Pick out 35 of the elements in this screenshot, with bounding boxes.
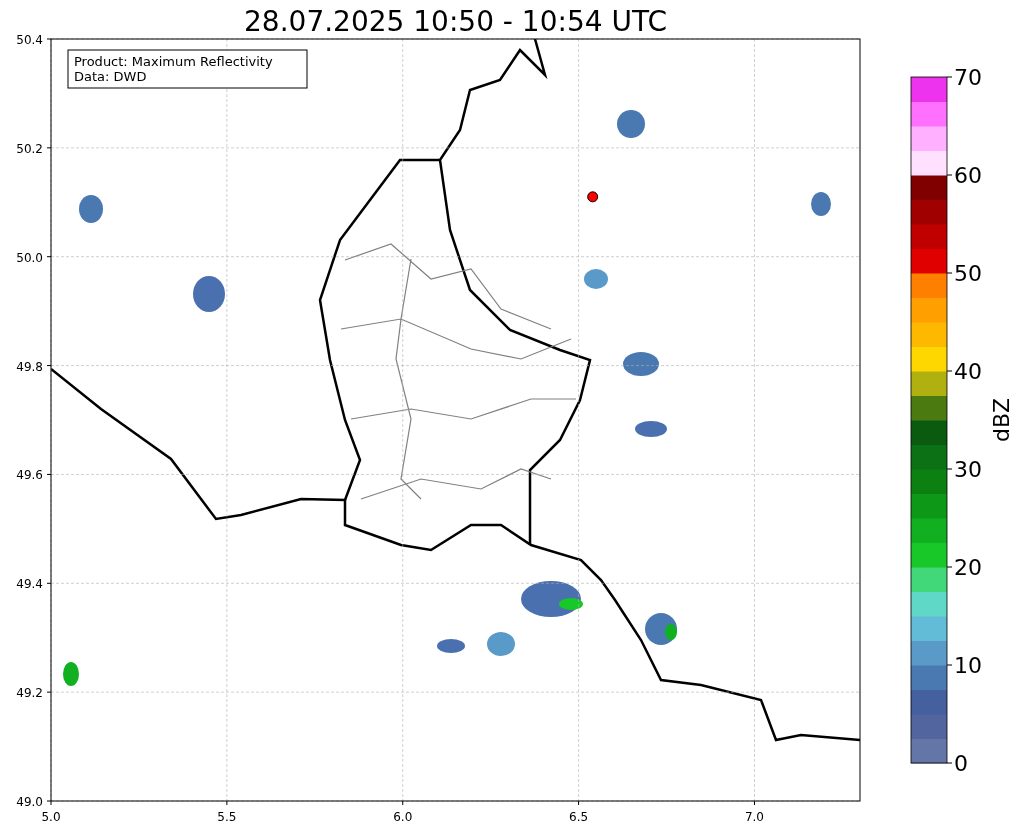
radar-echo xyxy=(437,639,465,653)
y-tick-label: 50.4 xyxy=(16,33,43,47)
x-tick-label: 7.0 xyxy=(744,810,765,824)
colorbar-tick-label: 0 xyxy=(954,751,968,776)
info-text: Product: Maximum Reflectivity xyxy=(74,54,273,69)
y-tick-label: 49.8 xyxy=(16,359,43,374)
colorbar-tick-label: 50 xyxy=(954,261,982,286)
info-text: Data: DWD xyxy=(74,69,147,84)
y-tick-label: 49.6 xyxy=(16,468,43,483)
colorbar-tick-label: 70 xyxy=(954,65,982,90)
colorbar-tick-label: 30 xyxy=(954,457,982,482)
radar-echo xyxy=(635,421,667,437)
radar-echo xyxy=(193,276,225,312)
colorbar-tick-label: 60 xyxy=(954,163,982,188)
radar-echo xyxy=(617,110,645,138)
x-tick-label: 6.0 xyxy=(393,810,413,824)
y-tick-label: 49.0 xyxy=(16,795,43,809)
y-tick-label: 50.0 xyxy=(16,250,43,265)
radar-echo xyxy=(811,192,831,216)
radar-echo xyxy=(584,269,608,289)
x-tick-label: 5.0 xyxy=(41,810,61,824)
radar-echo xyxy=(487,632,515,656)
chart-title: 28.07.2025 10:50 - 10:54 UTC xyxy=(244,5,667,38)
colorbar-tick-label: 40 xyxy=(954,359,982,384)
colorbar-tick-label: 20 xyxy=(954,555,982,580)
y-tick-label: 50.2 xyxy=(16,141,43,156)
x-tick-label: 5.5 xyxy=(217,810,237,824)
colorbar-label: dBZ xyxy=(989,397,1014,443)
radar-echo xyxy=(623,352,659,376)
y-tick-label: 49.4 xyxy=(16,577,43,592)
radar-echo xyxy=(63,662,79,686)
x-tick-label: 6.5 xyxy=(569,810,589,824)
colorbar-tick-label: 10 xyxy=(954,653,982,678)
radar-echo xyxy=(79,195,103,223)
y-tick-label: 49.2 xyxy=(16,686,43,701)
